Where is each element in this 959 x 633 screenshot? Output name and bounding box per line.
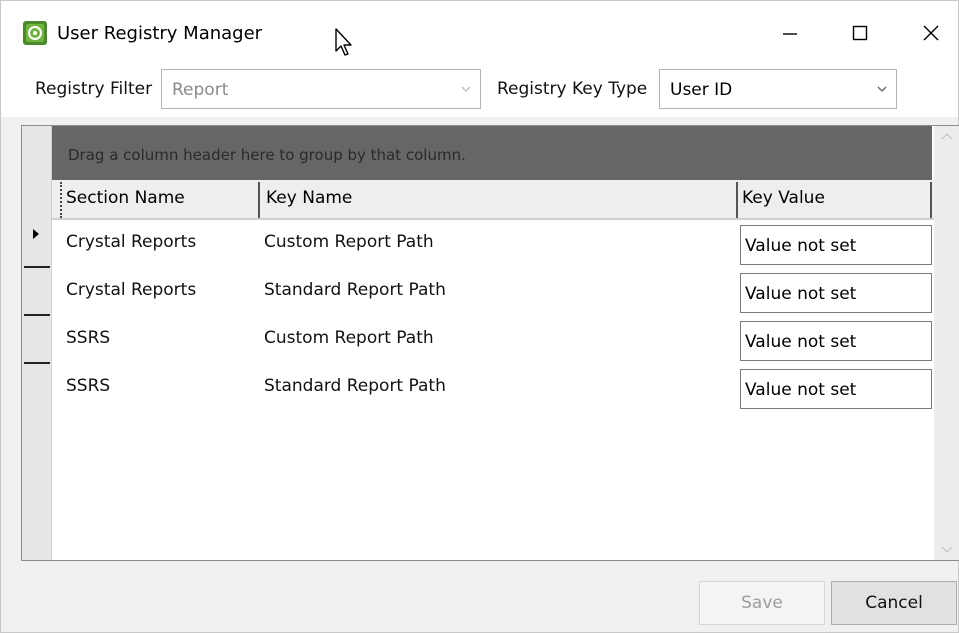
key-value-text: Value not set — [745, 332, 857, 352]
section-name-cell: Crystal Reports — [66, 280, 197, 300]
scroll-up-icon[interactable] — [941, 132, 953, 140]
maximize-icon — [852, 25, 868, 41]
cancel-button[interactable]: Cancel — [831, 581, 957, 625]
key-value-text: Value not set — [745, 236, 857, 256]
close-button[interactable] — [906, 13, 956, 53]
key-value-input[interactable]: Value not set — [740, 369, 932, 409]
row-selector[interactable] — [22, 364, 52, 412]
current-row-indicator-icon — [33, 229, 39, 239]
registry-key-type-select[interactable]: User ID — [659, 69, 897, 109]
registry-key-type-value: User ID — [670, 80, 733, 100]
vertical-scrollbar[interactable] — [934, 126, 959, 560]
column-separator[interactable] — [930, 182, 932, 218]
key-value-input[interactable]: Value not set — [740, 273, 932, 313]
row-selector[interactable] — [22, 316, 52, 364]
registry-grid[interactable]: Drag a column header here to group by th… — [21, 125, 959, 561]
section-name-cell: Crystal Reports — [66, 232, 197, 252]
table-row[interactable]: Crystal Reports Standard Report Path Val… — [52, 268, 934, 316]
close-icon — [923, 25, 939, 41]
row-selector[interactable] — [22, 268, 52, 316]
registry-window: User Registry Manager Registry Filter Re… — [0, 0, 959, 633]
column-separator[interactable] — [258, 182, 260, 218]
section-name-cell: SSRS — [66, 328, 111, 348]
registry-key-type-label: Registry Key Type — [497, 79, 648, 99]
app-icon — [23, 21, 47, 45]
column-header-key-value[interactable]: Key Value — [738, 180, 934, 218]
row-selector[interactable] — [22, 220, 52, 268]
group-by-hint: Drag a column header here to group by th… — [68, 146, 466, 164]
save-button[interactable]: Save — [699, 581, 825, 625]
table-row[interactable]: SSRS Standard Report Path Value not set — [52, 364, 934, 412]
table-row[interactable]: SSRS Custom Report Path Value not set — [52, 316, 934, 364]
minimize-button[interactable] — [765, 13, 815, 53]
filter-row: Registry Filter Report Registry Key Type… — [1, 61, 958, 117]
key-value-input[interactable]: Value not set — [740, 225, 932, 265]
registry-filter-select[interactable]: Report — [161, 69, 481, 109]
table-row[interactable]: Crystal Reports Custom Report Path Value… — [52, 220, 934, 268]
column-header-section-name[interactable]: Section Name — [62, 180, 258, 218]
registry-filter-label: Registry Filter — [35, 79, 153, 99]
key-value-input[interactable]: Value not set — [740, 321, 932, 361]
group-by-panel[interactable]: Drag a column header here to group by th… — [52, 126, 932, 180]
title-bar[interactable]: User Registry Manager — [1, 1, 958, 61]
key-name-cell: Standard Report Path — [264, 376, 446, 396]
scroll-down-icon[interactable] — [941, 546, 953, 554]
registry-filter-value: Report — [172, 80, 229, 100]
mouse-cursor-icon — [335, 28, 352, 56]
minimize-icon — [783, 33, 797, 35]
maximize-button[interactable] — [835, 13, 885, 53]
key-name-cell: Standard Report Path — [264, 280, 446, 300]
key-value-text: Value not set — [745, 380, 857, 400]
key-name-cell: Custom Report Path — [264, 328, 434, 348]
column-headers: Section Name Key Name Key Value — [52, 180, 934, 220]
chevron-down-icon — [877, 86, 887, 92]
window-title: User Registry Manager — [57, 23, 263, 44]
key-value-text: Value not set — [745, 284, 857, 304]
section-name-cell: SSRS — [66, 376, 111, 396]
chevron-down-icon — [461, 86, 471, 92]
key-name-cell: Custom Report Path — [264, 232, 434, 252]
column-header-key-name[interactable]: Key Name — [262, 180, 736, 218]
